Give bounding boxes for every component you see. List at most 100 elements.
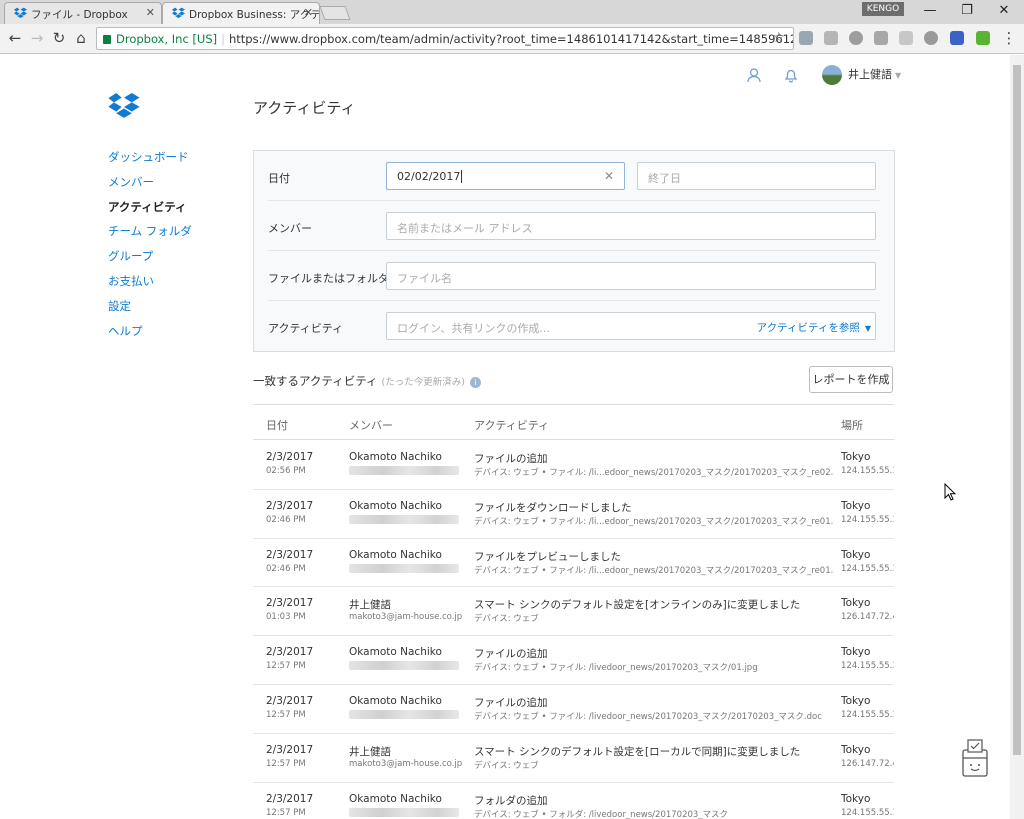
column-header-date[interactable]: 日付 <box>266 417 288 433</box>
end-date-input[interactable]: 終了日 <box>637 162 876 190</box>
row-activity-detail: デバイス: ウェブ • フォルダ: /livedoor_news/2017020… <box>474 809 729 819</box>
sidebar-item-groups[interactable]: グループ <box>108 248 192 273</box>
row-ip-address: 124.155.55.1 <box>841 514 894 525</box>
row-member-email-redacted <box>349 514 459 527</box>
redacted-email-blur <box>349 563 459 573</box>
row-activity-detail: デバイス: ウェブ • ファイル: /li...edoor_news/20170… <box>474 468 834 478</box>
row-member-email-redacted <box>349 807 459 819</box>
row-activity: スマート シンクのデフォルト設定を[オンラインのみ]に変更しました <box>474 599 801 612</box>
sidebar-item-settings[interactable]: 設定 <box>108 298 192 323</box>
row-time: 12:57 PM <box>266 661 306 672</box>
row-activity: ファイルの追加 <box>474 697 548 709</box>
member-search-input[interactable]: 名前またはメール アドレス <box>386 212 876 240</box>
file-filter-label: ファイルまたはフォルダ <box>268 272 389 285</box>
activity-search-input[interactable]: ログイン、共有リンクの作成... アクティビティを参照 ▼ <box>386 312 876 340</box>
table-row[interactable]: 2/3/2017 02:56 PM Okamoto Nachiko ファイルの追加 デバ… <box>253 441 894 490</box>
back-icon[interactable]: ← <box>6 29 24 47</box>
row-member-email: makoto3@jam-house.co.jp <box>349 758 463 769</box>
print-extension-icon[interactable] <box>874 31 888 45</box>
browser-tab-files[interactable]: ファイル - Dropbox ✕ <box>4 2 162 24</box>
clear-date-icon[interactable]: ✕ <box>604 169 614 183</box>
home-icon[interactable]: ⌂ <box>72 29 90 47</box>
table-row[interactable]: 2/3/2017 12:57 PM 井上健語 スマート シンクのデフォルト設定を[ロー… <box>253 734 894 783</box>
avatar <box>822 65 842 85</box>
bookmark-star-icon[interactable]: ☆ <box>772 30 785 46</box>
table-row[interactable]: 2/3/2017 12:57 PM Okamoto Nachiko フォルダの追加 デバ… <box>253 783 894 819</box>
globe-extension-icon[interactable] <box>924 31 938 45</box>
sidebar-item-billing[interactable]: お支払い <box>108 273 192 298</box>
file-filter-row: ファイルまたはフォルダ ファイル名 <box>268 251 880 301</box>
row-activity: ファイルをダウンロードしました <box>474 501 632 514</box>
browser-tab-activity[interactable]: Dropbox Business: アクテ ✕ <box>162 2 320 24</box>
camera-extension-icon[interactable] <box>899 31 913 45</box>
end-date-placeholder: 終了日 <box>648 172 681 185</box>
row-activity-detail: デバイス: ウェブ • ファイル: /li...edoor_news/20170… <box>474 516 834 527</box>
sidebar-item-members[interactable]: メンバー <box>108 174 192 199</box>
row-activity-detail: デバイス: ウェブ • ファイル: /livedoor_news/2017020… <box>474 712 822 722</box>
evernote-extension-icon[interactable] <box>976 31 990 45</box>
browser-toolbar: ← → ↻ ⌂ Dropbox, Inc [US] | https://www.dr… <box>0 24 1024 54</box>
user-icon[interactable] <box>747 68 761 83</box>
minimize-icon[interactable]: — <box>920 3 940 18</box>
forward-icon[interactable]: → <box>28 29 46 47</box>
column-header-member[interactable]: メンバー <box>349 417 393 433</box>
row-activity-detail: デバイス: ウェブ <box>474 760 539 771</box>
sidebar-item-team-folders[interactable]: チーム フォルダ <box>108 223 192 248</box>
row-date: 2/3/2017 <box>266 548 314 561</box>
table-row[interactable]: 2/3/2017 12:57 PM Okamoto Nachiko ファイルの追加 デバ… <box>253 636 894 685</box>
browser-profile-badge[interactable]: KENGO <box>862 2 904 16</box>
row-date: 2/3/2017 <box>266 597 314 610</box>
row-ip-address: 126.147.72.4 <box>841 612 894 623</box>
user-menu[interactable]: 井上健語 ▼ <box>822 65 901 85</box>
row-ip-address: 124.155.55.1 <box>841 661 894 672</box>
reload-icon[interactable]: ↻ <box>50 29 68 47</box>
row-member: Okamoto Nachiko <box>349 695 442 707</box>
sidebar-item-dashboard[interactable]: ダッシュボード <box>108 149 192 174</box>
column-header-location[interactable]: 場所 <box>841 417 863 433</box>
table-row[interactable]: 2/3/2017 02:46 PM Okamoto Nachiko ファイルをプレビュ… <box>253 539 894 588</box>
dropbox-logo-icon[interactable] <box>108 93 140 121</box>
row-member: 井上健語 <box>349 599 391 612</box>
sidebar-item-activity[interactable]: アクティビティ <box>108 199 192 224</box>
row-member-email-redacted <box>349 563 459 576</box>
bell-icon[interactable] <box>784 68 798 83</box>
table-row[interactable]: 2/3/2017 01:03 PM 井上健語 スマート シンクのデフォルト設定を[オン… <box>253 587 894 637</box>
close-window-icon[interactable]: ✕ <box>994 3 1014 18</box>
row-time: 12:57 PM <box>266 710 306 720</box>
row-member: Okamoto Nachiko <box>349 451 442 463</box>
browser-menu-icon[interactable]: ⋮ <box>1000 29 1018 47</box>
row-date: 2/3/2017 <box>266 695 314 707</box>
table-row[interactable]: 2/3/2017 02:46 PM Okamoto Nachiko ファイルをダウンロ… <box>253 490 894 539</box>
start-date-input[interactable]: 02/02/2017 ✕ <box>386 162 625 190</box>
row-location: Tokyo <box>841 548 871 561</box>
row-date: 2/3/2017 <box>266 451 314 463</box>
tab-close-icon[interactable]: ✕ <box>146 6 155 19</box>
drive-extension-icon[interactable] <box>824 31 838 45</box>
row-member-email-redacted <box>349 466 459 478</box>
address-bar[interactable]: Dropbox, Inc [US] | https://www.dropbox.co… <box>96 27 794 50</box>
table-row[interactable]: 2/3/2017 12:57 PM Okamoto Nachiko ファイルの追加デバ… <box>253 685 894 734</box>
browse-activities-dropdown[interactable]: アクティビティを参照 ▼ <box>757 320 871 335</box>
column-header-activity[interactable]: アクティビティ <box>474 417 549 433</box>
compass-extension-icon[interactable] <box>849 31 863 45</box>
scrollbar-thumb[interactable] <box>1013 65 1021 755</box>
row-member: 井上健語 <box>349 745 391 758</box>
new-tab-button[interactable] <box>319 6 351 20</box>
dropbox-extension-icon[interactable] <box>799 31 813 45</box>
info-icon[interactable]: i <box>469 377 481 388</box>
dropbox-favicon-icon <box>172 7 185 19</box>
tab-close-icon[interactable]: ✕ <box>304 6 313 19</box>
row-activity: フォルダの追加 <box>474 794 548 807</box>
sidebar-item-help[interactable]: ヘルプ <box>108 323 192 348</box>
feedback-box-icon[interactable] <box>960 738 990 778</box>
row-location: Tokyo <box>841 597 871 610</box>
admin-sidebar: ダッシュボード メンバー アクティビティ チーム フォルダ グループ お支払い … <box>108 149 192 347</box>
create-report-button[interactable]: レポートを作成 <box>809 366 893 393</box>
file-search-input[interactable]: ファイル名 <box>386 262 876 290</box>
restore-icon[interactable]: ❐ <box>957 3 977 18</box>
member-search-placeholder: 名前またはメール アドレス <box>397 222 533 235</box>
lock-icon <box>103 35 111 44</box>
page-scrollbar[interactable] <box>1010 55 1024 819</box>
calendar-extension-icon[interactable] <box>950 31 964 45</box>
row-location: Tokyo <box>841 792 871 805</box>
